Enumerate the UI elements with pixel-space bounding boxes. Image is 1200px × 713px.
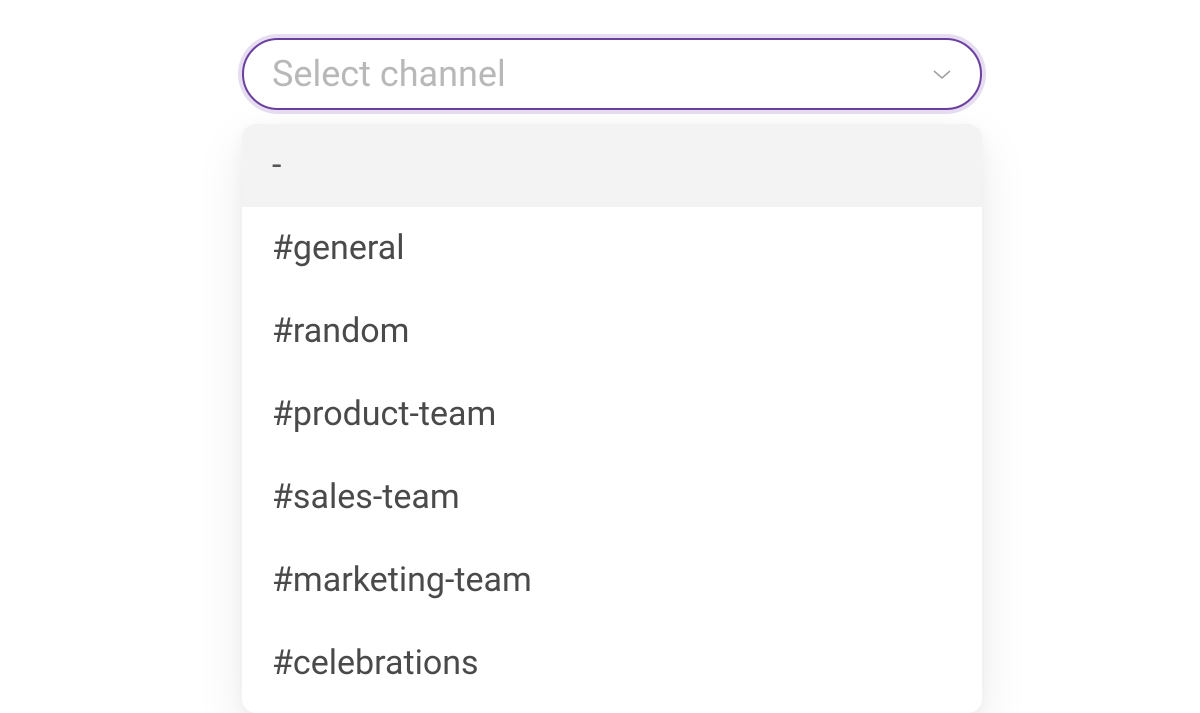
dropdown-item-sales-team[interactable]: #sales-team: [242, 456, 982, 539]
dropdown-item-general[interactable]: #general: [242, 207, 982, 290]
select-placeholder: Select channel: [272, 53, 506, 95]
dropdown-item-celebrations[interactable]: #celebrations: [242, 622, 982, 705]
chevron-down-icon: [932, 68, 952, 80]
dropdown-item-empty[interactable]: -: [242, 124, 982, 207]
channel-dropdown: - #general #random #product-team #sales-…: [242, 124, 982, 713]
dropdown-item-marketing-team[interactable]: #marketing-team: [242, 539, 982, 622]
dropdown-item-random[interactable]: #random: [242, 290, 982, 373]
dropdown-item-product-team[interactable]: #product-team: [242, 373, 982, 456]
channel-select-container: Select channel - #general #random #produ…: [242, 38, 982, 713]
select-channel-input[interactable]: Select channel: [242, 38, 982, 110]
